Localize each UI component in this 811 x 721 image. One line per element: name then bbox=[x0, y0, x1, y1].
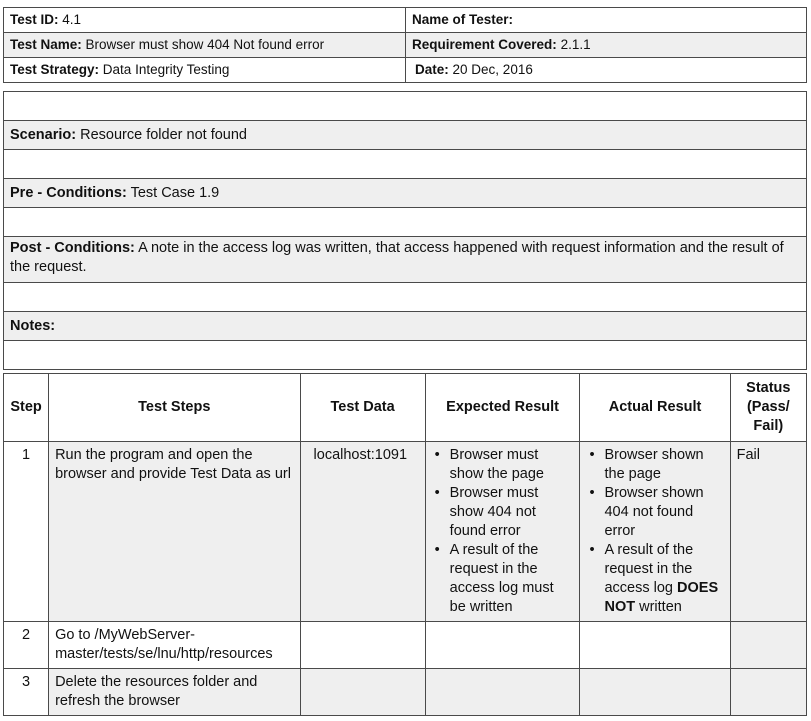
list-item: A result of the request in the access lo… bbox=[589, 541, 723, 617]
date-cell: Date: 20 Dec, 2016 bbox=[405, 57, 807, 83]
expected-list: Browser must show the page Browser must … bbox=[432, 446, 574, 617]
col-test-data-header: Test Data bbox=[299, 373, 426, 442]
list-item: Browser shown 404 not found error bbox=[589, 484, 723, 541]
step-test-data bbox=[299, 668, 426, 716]
spacer-cell bbox=[3, 207, 807, 237]
col-step-header: Step bbox=[2, 373, 50, 442]
date-value: 20 Dec, 2016 bbox=[452, 62, 533, 77]
post-conditions-label: Post - Conditions: bbox=[10, 240, 135, 256]
spacer-row bbox=[3, 149, 807, 179]
header-row: Test Name: Browser must show 404 Not fou… bbox=[3, 32, 807, 58]
test-id-label: Test ID: bbox=[10, 12, 59, 27]
test-header-table: Test ID: 4.1 Name of Tester: Test Name: … bbox=[3, 7, 807, 83]
table-row: 3 Delete the resources folder and refres… bbox=[2, 668, 808, 716]
tester-label: Name of Tester: bbox=[412, 12, 514, 27]
list-item: Browser must show the page bbox=[435, 446, 574, 484]
date-label: Date: bbox=[415, 62, 449, 77]
step-status bbox=[729, 668, 808, 716]
pre-conditions-row: Pre - Conditions: Test Case 1.9 bbox=[3, 178, 807, 208]
col-test-steps-header: Test Steps bbox=[48, 373, 301, 442]
notes-label: Notes: bbox=[10, 318, 56, 334]
test-name-label: Test Name: bbox=[10, 37, 82, 52]
post-conditions-cell: Post - Conditions: A note in the access … bbox=[3, 236, 807, 283]
step-description: Go to /MyWebServer-master/tests/se/lnu/h… bbox=[48, 621, 301, 669]
spacer-row bbox=[3, 282, 807, 312]
scenario-label: Scenario: bbox=[10, 127, 77, 143]
spacer-row bbox=[3, 340, 807, 370]
pre-conditions-value: Test Case 1.9 bbox=[130, 185, 220, 201]
notes-cell: Notes: bbox=[3, 311, 807, 341]
pre-conditions-cell: Pre - Conditions: Test Case 1.9 bbox=[3, 178, 807, 208]
table-row: 2 Go to /MyWebServer-master/tests/se/lnu… bbox=[2, 621, 808, 669]
step-expected-result bbox=[424, 621, 581, 669]
tester-cell: Name of Tester: bbox=[405, 7, 807, 33]
step-actual-result bbox=[579, 621, 731, 669]
scenario-cell: Scenario: Resource folder not found bbox=[3, 120, 807, 150]
step-test-data: localhost:1091 bbox=[299, 441, 426, 622]
post-conditions-row: Post - Conditions: A note in the access … bbox=[3, 236, 807, 283]
scenario-table: Scenario: Resource folder not found Pre … bbox=[3, 91, 807, 370]
step-actual-result bbox=[579, 668, 731, 716]
list-item: Browser must show 404 not found error bbox=[435, 484, 574, 541]
spacer-cell bbox=[3, 282, 807, 312]
step-expected-result: Browser must show the page Browser must … bbox=[424, 441, 581, 622]
col-actual-header: Actual Result bbox=[579, 373, 731, 442]
spacer-cell bbox=[3, 340, 807, 370]
steps-header-row: Step Test Steps Test Data Expected Resul… bbox=[2, 373, 808, 442]
test-steps-table: Step Test Steps Test Data Expected Resul… bbox=[2, 373, 808, 716]
actual-tail: written bbox=[639, 599, 682, 615]
col-status-header: Status (Pass/ Fail) bbox=[729, 373, 808, 442]
requirement-cell: Requirement Covered: 2.1.1 bbox=[405, 32, 807, 58]
notes-row: Notes: bbox=[3, 311, 807, 341]
header-row: Test Strategy: Data Integrity Testing Da… bbox=[3, 57, 807, 83]
step-status bbox=[729, 621, 808, 669]
test-id-value: 4.1 bbox=[62, 12, 82, 27]
step-test-data bbox=[299, 621, 426, 669]
test-name-cell: Test Name: Browser must show 404 Not fou… bbox=[3, 32, 406, 58]
step-expected-result bbox=[424, 668, 581, 716]
requirement-value: 2.1.1 bbox=[560, 37, 591, 52]
header-row: Test ID: 4.1 Name of Tester: bbox=[3, 7, 807, 33]
step-number: 3 bbox=[2, 668, 50, 716]
step-description: Delete the resources folder and refresh … bbox=[48, 668, 301, 716]
test-id-cell: Test ID: 4.1 bbox=[3, 7, 406, 33]
spacer-row bbox=[3, 91, 807, 121]
step-actual-result: Browser shown the page Browser shown 404… bbox=[579, 441, 731, 622]
spacer-cell bbox=[3, 149, 807, 179]
step-number: 1 bbox=[2, 441, 50, 622]
step-description: Run the program and open the browser and… bbox=[48, 441, 301, 622]
test-name-value: Browser must show 404 Not found error bbox=[85, 37, 325, 52]
step-number: 2 bbox=[2, 621, 50, 669]
strategy-cell: Test Strategy: Data Integrity Testing bbox=[3, 57, 406, 83]
table-row: 1 Run the program and open the browser a… bbox=[2, 441, 808, 622]
strategy-label: Test Strategy: bbox=[10, 62, 100, 77]
spacer-row bbox=[3, 207, 807, 237]
scenario-value: Resource folder not found bbox=[80, 127, 247, 143]
actual-list: Browser shown the page Browser shown 404… bbox=[586, 446, 723, 617]
requirement-label: Requirement Covered: bbox=[412, 37, 557, 52]
step-status: Fail bbox=[729, 441, 808, 622]
scenario-row: Scenario: Resource folder not found bbox=[3, 120, 807, 150]
strategy-value: Data Integrity Testing bbox=[102, 62, 230, 77]
pre-conditions-label: Pre - Conditions: bbox=[10, 185, 127, 201]
col-expected-header: Expected Result bbox=[424, 373, 581, 442]
spacer-cell bbox=[3, 91, 807, 121]
list-item: Browser shown the page bbox=[589, 446, 723, 484]
list-item: A result of the request in the access lo… bbox=[435, 541, 574, 617]
